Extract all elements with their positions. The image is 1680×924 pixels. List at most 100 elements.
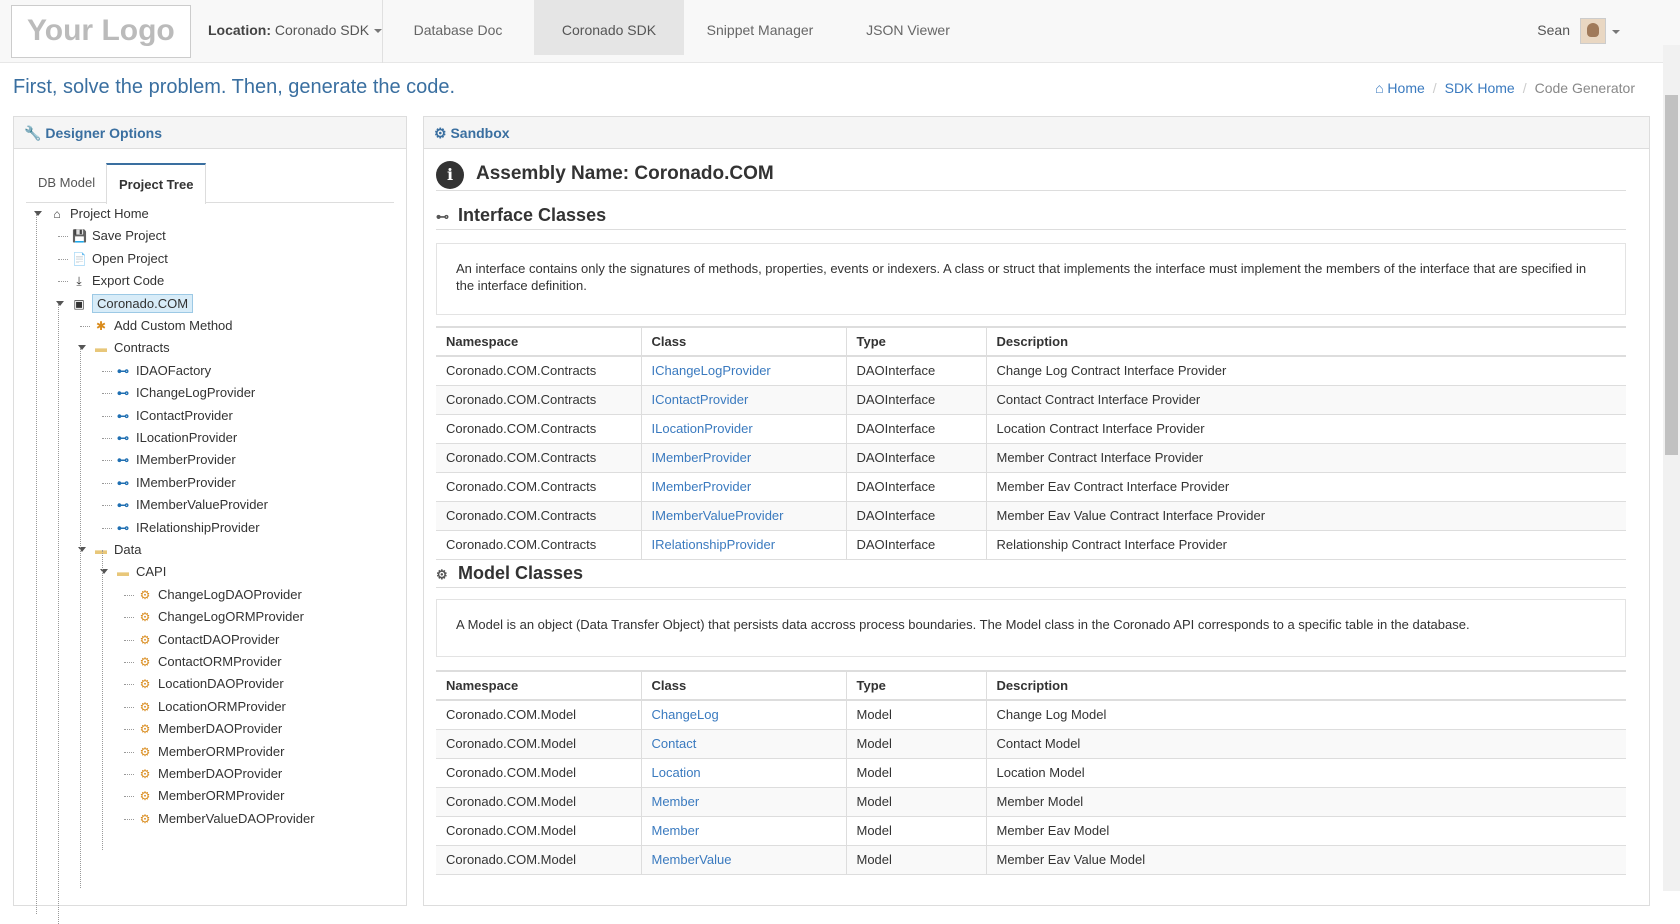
location-dropdown[interactable]: Location: Coronado SDK	[208, 22, 383, 38]
tree-item-interface[interactable]: ⊷ IMemberProvider	[116, 450, 236, 470]
column-header[interactable]: Class	[641, 326, 847, 357]
class-link[interactable]: Member	[641, 816, 847, 846]
tree-item-provider[interactable]: ⚙ ContactORMProvider	[138, 652, 282, 672]
tree-item-action[interactable]: ⤓ Export Code	[72, 271, 164, 291]
table-cell: Change Log Contract Interface Provider	[986, 356, 1626, 386]
scrollbar[interactable]	[1663, 45, 1680, 891]
tree-item-label: MemberValueDAOProvider	[158, 810, 315, 826]
tree-item-provider[interactable]: ⚙ ChangeLogDAOProvider	[138, 585, 302, 605]
table-row: Coronado.COM.Model Member Model Member Mode…	[436, 787, 1626, 817]
avatar[interactable]	[1580, 18, 1606, 44]
column-header[interactable]: Namespace	[436, 326, 642, 357]
breadcrumb-home[interactable]: ⌂ Home	[1375, 80, 1425, 96]
tree-item-provider[interactable]: ⚙ MemberDAOProvider	[138, 719, 283, 739]
table-cell: Member Eav Contract Interface Provider	[986, 472, 1626, 502]
table-cell: Model	[846, 787, 987, 817]
class-link[interactable]: ChangeLog	[641, 700, 847, 730]
tree-item-interface[interactable]: ⊷ ILocationProvider	[116, 428, 237, 448]
tree-item-action[interactable]: 📄 Open Project	[72, 249, 168, 269]
column-header[interactable]: Description	[986, 670, 1626, 701]
assembly-header: i Assembly Name: Coronado.COM	[436, 159, 1626, 191]
tab-coronado-sdk[interactable]: Coronado SDK	[534, 0, 684, 55]
chevron-down-icon[interactable]	[1612, 30, 1620, 34]
tab-snippet-manager[interactable]: Snippet Manager	[690, 0, 830, 55]
table-row: Coronado.COM.Model Contact Model Contact Mo…	[436, 729, 1626, 759]
tree-item-label: Coronado.COM	[92, 293, 194, 313]
table-row: Coronado.COM.Model Member Model Member Eav …	[436, 816, 1626, 846]
table-cell: Member Contract Interface Provider	[986, 443, 1626, 473]
tree-item-interface[interactable]: ⊷ IMemberValueProvider	[116, 495, 268, 515]
tree-item-provider[interactable]: ⚙ LocationORMProvider	[138, 697, 286, 717]
tree-item-interface[interactable]: ⊷ IChangeLogProvider	[116, 383, 255, 403]
class-link[interactable]: Location	[641, 758, 847, 788]
open-file-icon: 📄	[72, 251, 87, 266]
table-row: Coronado.COM.Contracts IMemberValueProvid…	[436, 501, 1626, 531]
tree-item-label: Open Project	[92, 250, 168, 266]
tree-item-label: MemberDAOProvider	[158, 721, 283, 737]
designer-tabs: DB Model Project Tree	[26, 163, 394, 204]
table-cell: Model	[846, 729, 987, 759]
column-header[interactable]: Class	[641, 670, 847, 701]
tree-item-provider[interactable]: ⚙ ChangeLogORMProvider	[138, 607, 304, 627]
scrollbar-thumb[interactable]	[1665, 95, 1678, 455]
class-link[interactable]: ILocationProvider	[641, 414, 847, 444]
tree-item-folder[interactable]: ▬ Contracts	[94, 338, 170, 358]
tree-item-label: IRelationshipProvider	[136, 519, 260, 535]
tree-item-assembly[interactable]: ▣ Coronado.COM	[72, 293, 194, 314]
home-icon: ⌂	[53, 207, 61, 221]
class-link[interactable]: IChangeLogProvider	[641, 356, 847, 386]
tree-item-interface[interactable]: ⊷ IMemberProvider	[116, 473, 236, 493]
tree-item-provider[interactable]: ⚙ MemberORMProvider	[138, 742, 285, 762]
folder-icon: ▬	[95, 543, 107, 557]
table-cell: Coronado.COM.Model	[436, 845, 642, 875]
user-name[interactable]: Sean	[1537, 22, 1570, 38]
info-icon: i	[436, 161, 464, 189]
add-method-icon: ✱	[95, 319, 107, 333]
logo[interactable]: Your Logo	[11, 5, 191, 58]
table-cell: Model	[846, 700, 987, 730]
panel-header: ⚙ Sandbox	[424, 117, 1649, 149]
tree-item-project-home[interactable]: ⌂ Project Home	[50, 204, 148, 224]
table-cell: Coronado.COM.Model	[436, 758, 642, 788]
tree-item-provider[interactable]: ⚙ LocationDAOProvider	[138, 674, 284, 694]
provider-icon: ⚙	[139, 655, 151, 669]
tab-db-model[interactable]: DB Model	[26, 163, 107, 203]
tab-json-viewer[interactable]: JSON Viewer	[840, 0, 976, 55]
class-link[interactable]: MemberValue	[641, 845, 847, 875]
tab-project-tree[interactable]: Project Tree	[106, 163, 207, 204]
tree-item-interface[interactable]: ⊷ IRelationshipProvider	[116, 518, 260, 538]
class-link[interactable]: IMemberProvider	[641, 472, 847, 502]
class-link[interactable]: Member	[641, 787, 847, 817]
column-header[interactable]: Description	[986, 326, 1626, 357]
breadcrumb-sdk-home[interactable]: SDK Home	[1445, 80, 1515, 96]
column-header[interactable]: Type	[846, 670, 987, 701]
tree-item-interface[interactable]: ⊷ IContactProvider	[116, 406, 233, 426]
tree-item-folder[interactable]: ▬ CAPI	[116, 562, 166, 582]
class-link[interactable]: IRelationshipProvider	[641, 530, 847, 560]
column-header[interactable]: Type	[846, 326, 987, 357]
tree-item-label: CAPI	[136, 564, 167, 580]
class-link[interactable]: IMemberProvider	[641, 443, 847, 473]
provider-icon: ⚙	[139, 677, 151, 692]
panel-title: Designer Options	[45, 125, 163, 141]
tree-item-action[interactable]: 💾 Save Project	[72, 226, 166, 246]
tree-item-provider[interactable]: ⚙ MemberValueDAOProvider	[138, 809, 315, 829]
panel-title: Sandbox	[450, 125, 510, 141]
column-header[interactable]: Namespace	[436, 670, 642, 701]
tab-database-doc[interactable]: Database Doc	[388, 0, 528, 55]
class-link[interactable]: IContactProvider	[641, 385, 847, 415]
table-cell: DAOInterface	[846, 356, 987, 386]
class-link[interactable]: IMemberValueProvider	[641, 501, 847, 531]
model-icon: ⚙	[436, 567, 448, 582]
tree-item-provider[interactable]: ⚙ ContactDAOProvider	[138, 630, 280, 650]
table-cell: Member Eav Model	[986, 816, 1626, 846]
tree-item-provider[interactable]: ⚙ MemberORMProvider	[138, 786, 285, 806]
model-classes-heading: ⚙ Model Classes	[436, 563, 1626, 588]
interface-icon: ⊷	[117, 498, 129, 513]
table-cell: Location Model	[986, 758, 1626, 788]
tree-item-interface[interactable]: ⊷ IDAOFactory	[116, 361, 211, 381]
tree-item-add-method[interactable]: ✱ Add Custom Method	[94, 316, 233, 336]
class-link[interactable]: Contact	[641, 729, 847, 759]
table-cell: Member Model	[986, 787, 1626, 817]
tree-item-provider[interactable]: ⚙ MemberDAOProvider	[138, 764, 283, 784]
